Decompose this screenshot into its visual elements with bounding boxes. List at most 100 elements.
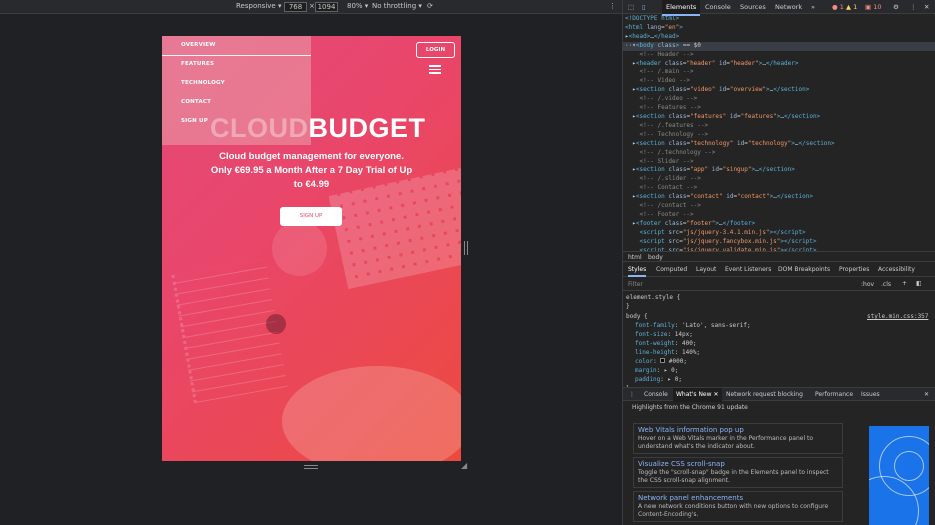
tab-event-listeners[interactable]: Event Listeners bbox=[725, 266, 771, 273]
hero-signup-button[interactable]: SIGN UP bbox=[280, 207, 342, 226]
hover-state-toggle[interactable]: :hov bbox=[861, 281, 874, 288]
dom-line[interactable]: ▸<section class="app" id="singup">…</sec… bbox=[623, 166, 935, 175]
card-title[interactable]: Network panel enhancements bbox=[638, 494, 838, 503]
nav-item-contact[interactable]: CONTACT bbox=[181, 99, 211, 105]
tab-console[interactable]: Console bbox=[705, 3, 731, 11]
whats-new-heading: Highlights from the Chrome 91 update bbox=[632, 404, 748, 411]
tab-dom-breakpoints[interactable]: DOM Breakpoints bbox=[778, 266, 830, 273]
whats-new-card[interactable]: Network panel enhancements A new network… bbox=[633, 491, 843, 522]
device-toggle-icon[interactable]: ▯ bbox=[642, 3, 646, 11]
card-title[interactable]: Web Vitals information pop up bbox=[638, 426, 838, 435]
dom-line[interactable]: ▸<header class="header" id="header">…</h… bbox=[623, 60, 935, 69]
drawer-tab-performance[interactable]: Performance bbox=[815, 391, 853, 398]
card-title[interactable]: Visualize CSS scroll-snap bbox=[638, 460, 838, 469]
new-rule-button[interactable]: + bbox=[902, 280, 907, 287]
styles-filter-input[interactable]: Filter bbox=[628, 281, 643, 288]
css-declaration[interactable]: font-weight: 400; bbox=[635, 339, 696, 348]
height-input[interactable]: 1094 bbox=[315, 2, 338, 12]
close-drawer-icon[interactable]: ✕ bbox=[924, 391, 929, 398]
devtools-menu-icon[interactable]: ⋮ bbox=[910, 3, 917, 11]
nav-item-signup[interactable]: SIGN UP bbox=[181, 118, 208, 124]
dom-line[interactable]: <html lang="en"> bbox=[623, 24, 935, 33]
sidebar-toggle-icon[interactable]: ◧ bbox=[916, 280, 922, 287]
dom-line[interactable]: <!-- Video --> bbox=[623, 77, 935, 86]
tab-computed[interactable]: Computed bbox=[656, 266, 687, 273]
warning-badge[interactable]: ▲ 1 bbox=[846, 3, 857, 11]
dom-line[interactable]: ▸<head>…</head> bbox=[623, 33, 935, 42]
breadcrumb-body[interactable]: body bbox=[648, 253, 663, 262]
message-badge[interactable]: ▣ 10 bbox=[865, 3, 882, 11]
throttling-select[interactable]: No throttling ▾ bbox=[372, 2, 422, 11]
dom-line[interactable]: <!-- /.video --> bbox=[623, 95, 935, 104]
zoom-select[interactable]: 80% ▾ bbox=[347, 2, 368, 11]
dom-line[interactable]: <!-- Technology --> bbox=[623, 131, 935, 140]
error-badge[interactable]: ● 1 bbox=[832, 3, 844, 11]
element-style-rule[interactable]: element.style { bbox=[626, 293, 680, 302]
dom-line[interactable]: ▸<section class="technology" id="technol… bbox=[623, 140, 935, 149]
tab-network[interactable]: Network bbox=[775, 3, 802, 11]
nav-item-overview[interactable]: OVERVIEW bbox=[181, 42, 216, 48]
more-tabs-chevron[interactable]: » bbox=[811, 3, 815, 11]
dom-line[interactable]: <!-- /.slider --> bbox=[623, 175, 935, 184]
close-devtools-icon[interactable]: ✕ bbox=[924, 3, 929, 11]
css-declaration[interactable]: font-family: 'Lato', sans-serif; bbox=[635, 321, 751, 330]
dom-line[interactable]: <!-- /.technology --> bbox=[623, 149, 935, 158]
css-declaration[interactable]: padding: ▸ 0; bbox=[635, 375, 682, 384]
dom-tree[interactable]: <!DOCTYPE html> <html lang="en"> ▸<head>… bbox=[623, 15, 935, 251]
drawer-tab-whats-new[interactable]: What's New ✕ bbox=[673, 388, 722, 402]
nav-item-features[interactable]: FEATURES bbox=[181, 61, 214, 67]
resize-handle-right[interactable] bbox=[464, 241, 468, 255]
dom-line[interactable]: <script src="js/jquery-3.4.1.min.js"></s… bbox=[623, 229, 935, 238]
drawer-menu-icon[interactable]: ⋮ bbox=[629, 391, 635, 398]
dom-line[interactable]: ▸<section class="features" id="features"… bbox=[623, 113, 935, 122]
whats-new-card[interactable]: Web Vitals information pop up Hover on a… bbox=[633, 423, 843, 454]
resize-corner-icon[interactable]: ◢ bbox=[461, 461, 467, 470]
nav-item-technology[interactable]: TECHNOLOGY bbox=[181, 80, 225, 86]
inspect-element-icon[interactable]: ⬚ bbox=[628, 3, 634, 11]
dom-line[interactable]: <script src="js/jquery.fancybox.min.js">… bbox=[623, 238, 935, 247]
device-mode-select[interactable]: Responsive ▾ bbox=[236, 2, 281, 11]
rotate-icon[interactable]: ⟳ bbox=[427, 2, 433, 11]
dom-line[interactable]: <!-- /.main --> bbox=[623, 68, 935, 77]
tab-styles[interactable]: Styles bbox=[628, 266, 647, 277]
whats-new-card[interactable]: Visualize CSS scroll-snap Toggle the "sc… bbox=[633, 457, 843, 488]
dom-line[interactable]: ▸<footer class="footer">…</footer> bbox=[623, 220, 935, 229]
dom-line-selected[interactable]: ··▾<body class> == $0 bbox=[623, 41, 935, 51]
login-button[interactable]: LOGIN bbox=[416, 42, 455, 58]
dom-line[interactable]: <!-- /contact --> bbox=[623, 202, 935, 211]
css-declaration[interactable]: font-size: 14px; bbox=[635, 330, 693, 339]
tab-layout[interactable]: Layout bbox=[696, 266, 716, 273]
settings-gear-icon[interactable]: ⚙ bbox=[893, 3, 899, 11]
breadcrumb: html body bbox=[623, 251, 935, 262]
css-declaration[interactable]: margin: ▸ 0; bbox=[635, 366, 678, 375]
css-declaration[interactable]: color: #000; bbox=[635, 357, 687, 366]
dom-line[interactable]: <!-- Features --> bbox=[623, 104, 935, 113]
styles-pane: element.style { } body { style.min.css:3… bbox=[623, 292, 935, 392]
dom-line[interactable]: <!-- /.features --> bbox=[623, 122, 935, 131]
close-tab-icon[interactable]: ✕ bbox=[713, 391, 718, 398]
breadcrumb-html[interactable]: html bbox=[628, 253, 642, 262]
dom-line[interactable]: <!-- Contact --> bbox=[623, 184, 935, 193]
tab-properties[interactable]: Properties bbox=[839, 266, 869, 273]
dom-line[interactable]: ▸<section class="contact" id="contact">…… bbox=[623, 193, 935, 202]
tab-sources[interactable]: Sources bbox=[740, 3, 766, 11]
class-toggle[interactable]: .cls bbox=[881, 281, 891, 288]
dom-line[interactable]: <!-- Footer --> bbox=[623, 211, 935, 220]
tab-accessibility[interactable]: Accessibility bbox=[878, 266, 915, 273]
css-declaration[interactable]: line-height: 140%; bbox=[635, 348, 700, 357]
more-options-icon[interactable]: ⋮ bbox=[609, 2, 616, 11]
width-input[interactable]: 768 bbox=[284, 2, 307, 12]
dom-line[interactable]: <!-- Slider --> bbox=[623, 158, 935, 167]
hamburger-menu-icon[interactable] bbox=[429, 65, 441, 74]
drawer-tab-issues[interactable]: Issues bbox=[861, 391, 880, 398]
dom-line[interactable]: ▸<section class="video" id="overview">…<… bbox=[623, 86, 935, 95]
stylesheet-link[interactable]: style.min.css:357 bbox=[867, 312, 928, 321]
tab-elements[interactable]: Elements bbox=[662, 0, 701, 16]
drawer-tab-console[interactable]: Console bbox=[644, 391, 668, 398]
dom-line[interactable]: <!-- Header --> bbox=[623, 51, 935, 60]
resize-handle-bottom[interactable] bbox=[304, 465, 318, 469]
body-rule-selector[interactable]: body { bbox=[626, 312, 648, 321]
color-swatch[interactable] bbox=[660, 358, 666, 363]
dom-line[interactable]: <!DOCTYPE html> bbox=[623, 15, 935, 24]
drawer-tab-request-blocking[interactable]: Network request blocking bbox=[726, 391, 803, 398]
